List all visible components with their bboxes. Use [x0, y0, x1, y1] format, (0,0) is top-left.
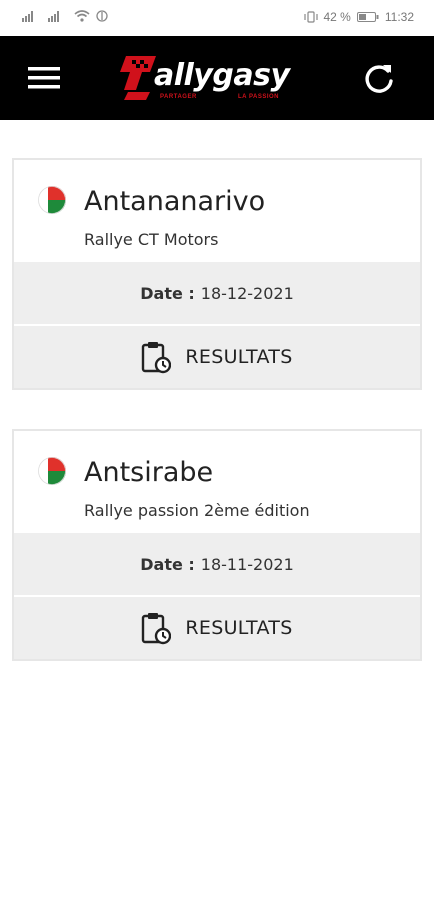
status-right-icons: 42 % 11:32 [303, 10, 414, 24]
refresh-button[interactable] [362, 62, 396, 96]
results-label: RESULTATS [185, 617, 293, 639]
logo-text: allygasy [154, 58, 290, 93]
results-button[interactable]: RESULTATS [14, 326, 420, 388]
wifi-icon [74, 10, 90, 22]
clipboard-clock-icon [142, 613, 172, 645]
clock: 11:32 [384, 10, 414, 24]
nfc-icon [96, 10, 108, 22]
results-button[interactable]: RESULTATS [14, 597, 420, 659]
madagascar-flag-icon [38, 457, 66, 485]
rally-date-row: Date : 18-11-2021 [14, 533, 420, 597]
results-label: RESULTATS [185, 346, 293, 368]
rally-date: 18-11-2021 [200, 554, 294, 574]
rally-city: Antananarivo [84, 186, 266, 217]
status-left-icons [22, 10, 108, 22]
refresh-icon [365, 65, 393, 93]
rally-date-row: Date : 18-12-2021 [14, 262, 420, 326]
hamburger-menu-icon [28, 67, 60, 89]
app-bar: allygasy PARTAGER LA PASSION [0, 36, 434, 120]
menu-button[interactable] [26, 64, 62, 92]
signal-icon [48, 11, 59, 22]
battery-percent: 42 % [323, 10, 351, 24]
madagascar-flag-icon [38, 186, 66, 214]
logo-tagline-left: PARTAGER [160, 94, 197, 100]
rally-card-header: Antananarivo Rallye CT Motors [14, 160, 420, 262]
logo-tagline-right: LA PASSION [238, 94, 280, 100]
rally-event-name: Rallye passion 2ème édition [84, 501, 310, 520]
vibrate-icon [303, 11, 318, 23]
clipboard-clock-icon [142, 342, 172, 374]
rally-card: Antsirabe Rallye passion 2ème édition Da… [12, 429, 422, 661]
date-label: Date : [140, 554, 195, 574]
signal-icon [22, 11, 33, 22]
rally-event-name: Rallye CT Motors [84, 230, 219, 249]
status-bar: 42 % 11:32 [0, 0, 434, 36]
rally-city: Antsirabe [84, 457, 214, 488]
rally-date: 18-12-2021 [200, 283, 294, 303]
rally-card: Antananarivo Rallye CT Motors Date : 18-… [12, 158, 422, 390]
rallygasy-logo: allygasy PARTAGER LA PASSION [116, 50, 316, 106]
rally-card-header: Antsirabe Rallye passion 2ème édition [14, 431, 420, 533]
date-label: Date : [140, 283, 195, 303]
battery-icon [356, 12, 379, 22]
